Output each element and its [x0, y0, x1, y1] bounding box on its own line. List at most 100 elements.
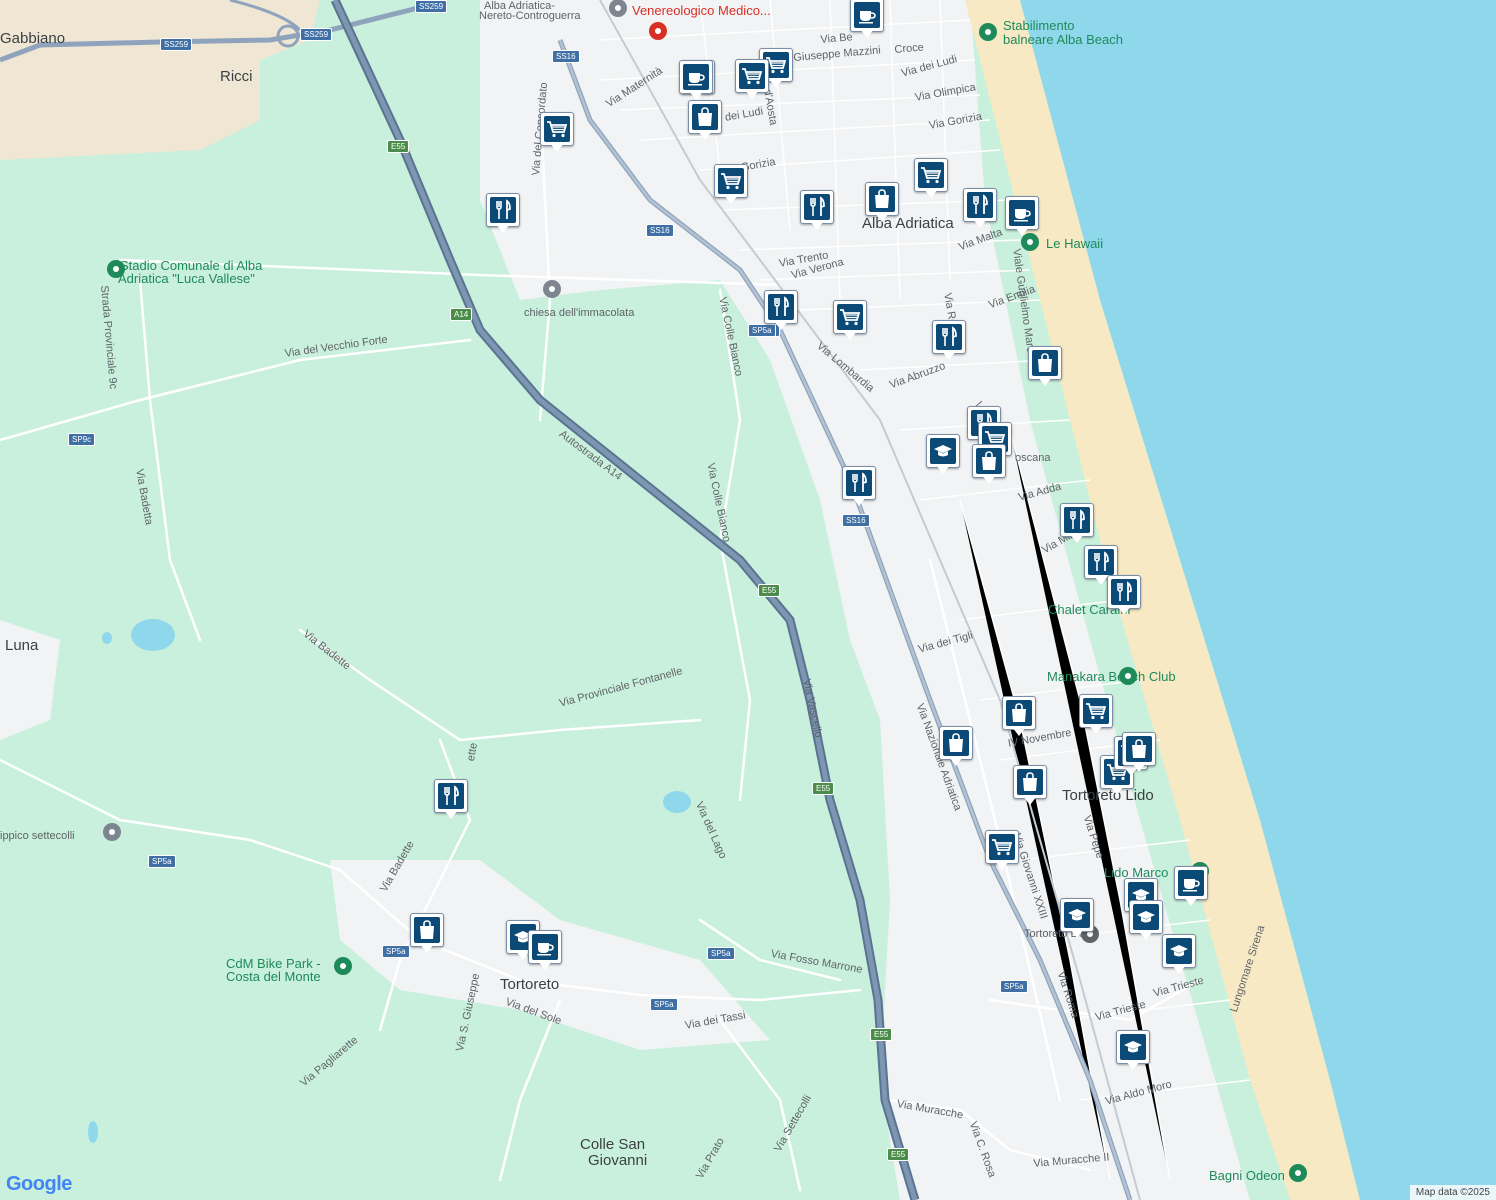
shopping-icon [1006, 700, 1032, 726]
grocery-marker[interactable] [540, 112, 574, 154]
marker-box [842, 466, 876, 500]
restaurant-icon [1111, 579, 1137, 605]
street-label: Croce [894, 41, 925, 56]
cafe-icon [1009, 200, 1035, 226]
marker-box [714, 164, 748, 198]
poi-icon[interactable] [107, 260, 125, 278]
shopping-marker[interactable] [939, 726, 973, 768]
marker-box [985, 830, 1019, 864]
cafe-marker[interactable] [528, 930, 562, 972]
shopping-marker[interactable] [1122, 732, 1156, 774]
poi-label[interactable]: Venereologico Medico... [632, 3, 771, 18]
restaurant-marker[interactable] [1107, 575, 1141, 617]
poi-icon[interactable] [543, 280, 561, 298]
marker-pointer [843, 331, 857, 340]
place-label[interactable]: Luna [5, 637, 38, 654]
restaurant-marker[interactable] [434, 779, 468, 821]
cafe-marker[interactable] [679, 60, 713, 102]
marker-box [939, 726, 973, 760]
marker-pointer [550, 143, 564, 152]
restaurant-marker[interactable] [764, 290, 798, 332]
marker-pointer [538, 961, 552, 970]
road-shield: E55 [387, 140, 410, 153]
grocery-marker[interactable] [1079, 694, 1113, 736]
marker-box [1079, 694, 1113, 728]
marker-box [1002, 696, 1036, 730]
school-marker[interactable] [1060, 898, 1094, 940]
grocery-marker[interactable] [985, 830, 1019, 872]
shopping-marker[interactable] [1013, 765, 1047, 807]
shopping-icon [869, 186, 895, 212]
place-label[interactable]: Tortoreto [500, 976, 559, 993]
school-marker[interactable] [1129, 900, 1163, 942]
marker-box [1005, 196, 1039, 230]
shopping-marker[interactable] [972, 444, 1006, 486]
poi-label[interactable]: Manakara Beach Club [1047, 669, 1176, 684]
marker-box [1028, 346, 1062, 380]
shopping-marker[interactable] [1028, 346, 1062, 388]
map-attribution[interactable]: Map data ©2025 [1409, 1185, 1496, 1200]
cafe-icon [532, 934, 558, 960]
poi-label[interactable]: chiesa dell'immacolata [524, 307, 634, 319]
school-marker[interactable] [1116, 1030, 1150, 1072]
poi-icon[interactable] [334, 957, 352, 975]
road-shield: SS16 [646, 224, 674, 237]
place-label[interactable]: Gabbiano [0, 30, 65, 47]
poi-icon[interactable] [649, 22, 667, 40]
map-canvas[interactable]: Gabbiano Ricci Alba Adriatica Luna Tortoreto… [0, 0, 1496, 1200]
marker-box [914, 158, 948, 192]
marker-pointer [1089, 725, 1103, 734]
grocery-marker[interactable] [714, 164, 748, 206]
marker-box [833, 300, 867, 334]
google-logo[interactable]: Google [6, 1173, 72, 1196]
marker-pointer [774, 321, 788, 330]
shopping-marker[interactable] [1002, 696, 1036, 738]
shopping-icon [943, 730, 969, 756]
map-base [0, 0, 1496, 1200]
grocery-marker[interactable] [914, 158, 948, 200]
road-shield: SP9c [68, 433, 96, 446]
school-marker[interactable] [926, 434, 960, 476]
restaurant-marker[interactable] [800, 190, 834, 232]
road-shield: E55 [812, 782, 835, 795]
shopping-marker[interactable] [410, 913, 444, 955]
shopping-marker[interactable] [865, 182, 899, 224]
restaurant-marker[interactable] [1060, 503, 1094, 545]
poi-label[interactable]: Adriatica "Luca Vallese" [118, 271, 255, 286]
poi-label[interactable]: Stabilimento [1003, 18, 1075, 33]
cafe-marker[interactable] [1005, 196, 1039, 238]
marker-box [1013, 765, 1047, 799]
cafe-marker[interactable] [850, 0, 884, 40]
poi-label[interactable]: Costa del Monte [226, 969, 321, 984]
poi-icon[interactable] [103, 823, 121, 841]
marker-pointer [689, 91, 703, 100]
restaurant-marker[interactable] [486, 193, 520, 235]
poi-icon[interactable] [1289, 1164, 1307, 1182]
marker-pointer [1117, 606, 1131, 615]
restaurant-marker[interactable] [842, 466, 876, 508]
grocery-marker[interactable] [833, 300, 867, 342]
school-marker[interactable] [1162, 934, 1196, 976]
poi-icon[interactable] [979, 23, 997, 41]
marker-pointer [1015, 227, 1029, 236]
school-icon [1064, 902, 1090, 928]
poi-label[interactable]: ippico settecolli [0, 830, 75, 842]
street-label: oscana [1015, 452, 1051, 464]
marker-pointer [982, 475, 996, 484]
marker-pointer [1070, 534, 1084, 543]
poi-label[interactable]: Nereto-Controguerra [479, 10, 581, 22]
restaurant-marker[interactable] [963, 188, 997, 230]
poi-label[interactable]: Bagni Odeon [1209, 1168, 1285, 1183]
shopping-marker[interactable] [688, 100, 722, 142]
place-label[interactable]: Ricci [220, 68, 253, 85]
cafe-marker[interactable] [1174, 866, 1208, 908]
poi-label[interactable]: Le Hawaii [1046, 236, 1103, 251]
road-shield: A14 [450, 308, 473, 321]
place-label[interactable]: Giovanni [588, 1152, 647, 1169]
place-label[interactable]: Colle San [580, 1136, 645, 1153]
poi-icon[interactable] [1119, 667, 1137, 685]
poi-label[interactable]: balneare Alba Beach [1003, 32, 1123, 47]
marker-box [688, 100, 722, 134]
grocery-marker[interactable] [735, 59, 769, 101]
restaurant-marker[interactable] [932, 320, 966, 362]
